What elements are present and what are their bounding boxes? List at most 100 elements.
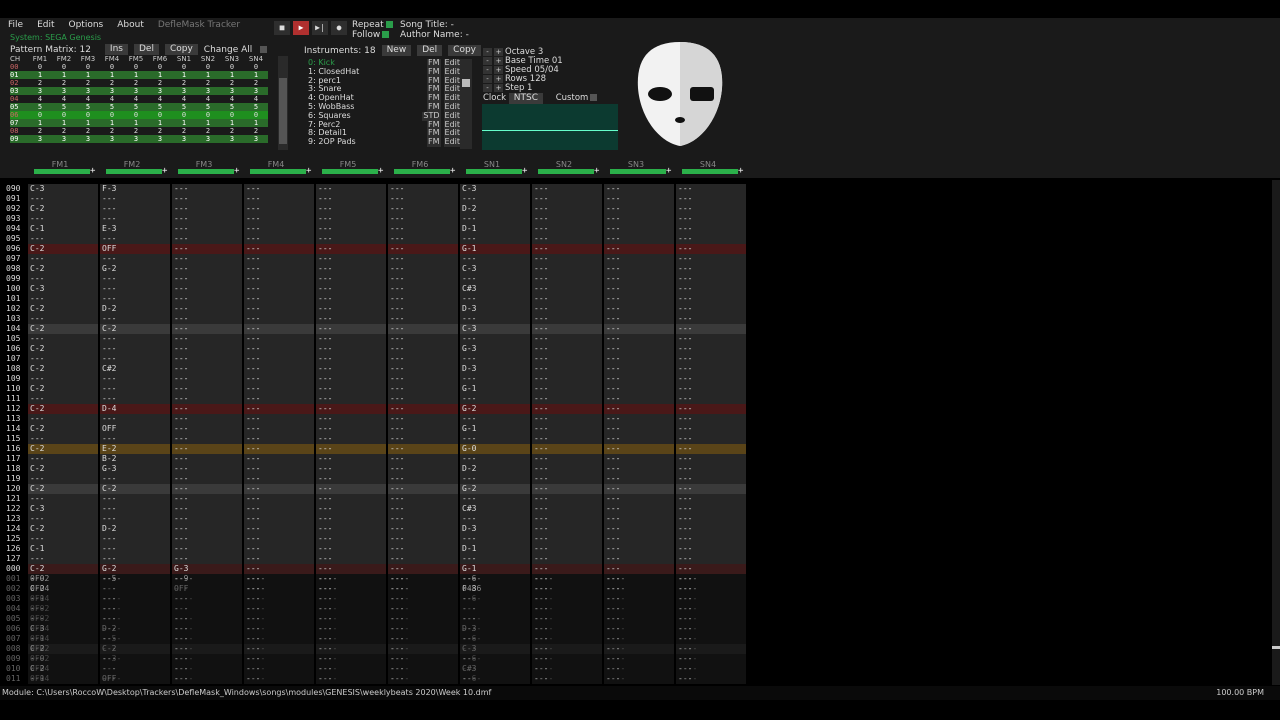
pattern-cell[interactable]: --- - - ---- xyxy=(244,224,314,253)
pm-cell[interactable]: 2 xyxy=(52,79,76,87)
pattern-cell[interactable]: --- - - ---- xyxy=(388,474,458,503)
pattern-cell[interactable]: --- - - ---- xyxy=(604,434,674,463)
pattern-cell[interactable]: --- - - ---- xyxy=(388,234,458,263)
pattern-cell[interactable]: --- - - ---- xyxy=(244,404,314,433)
pattern-cell[interactable]: --- - - ---- xyxy=(244,494,314,523)
pattern-cell[interactable]: --- - - ---- xyxy=(244,364,314,393)
pm-cell[interactable]: 2 xyxy=(196,79,220,87)
pattern-cell[interactable]: --- - - ---- xyxy=(388,264,458,293)
pm-copy-button[interactable]: Copy xyxy=(164,44,198,55)
pm-cell[interactable]: 1 xyxy=(124,119,148,127)
pattern-cell[interactable]: --- - - ---- xyxy=(532,284,602,313)
pattern-row[interactable]: 109 --- - - 0F04 --- - - ---- --- - - ---- -… xyxy=(0,374,1272,403)
pm-cell[interactable]: 3 xyxy=(100,135,124,143)
pattern-row[interactable]: 113 --- - - 0F04 --- - - ---- --- - - ---- -… xyxy=(0,414,1272,443)
pattern-cell[interactable]: --- - - ---- xyxy=(460,314,530,343)
pattern-cell[interactable]: D-3 - 6 xyxy=(460,304,530,323)
pattern-cell[interactable]: --- - - ---- xyxy=(676,254,746,283)
pattern-cell[interactable]: --- - - ---- xyxy=(172,664,242,685)
pattern-cell[interactable]: --- - - ---- xyxy=(604,354,674,383)
pattern-cell[interactable]: C-2 - 1 0F02 xyxy=(28,464,98,493)
pattern-cell[interactable]: --- - - ---- xyxy=(316,664,386,685)
pattern-cell[interactable]: --- - - ---- xyxy=(316,234,386,263)
pattern-row[interactable]: 004 --- - - 0F04 --- - - ---- --- - - ---- -… xyxy=(0,604,1272,633)
pattern-row[interactable]: 110 C-2 - 0 0F02 --- - - ---- --- - - ---- -… xyxy=(0,384,1272,413)
pattern-cell[interactable]: D-2 - 5 xyxy=(100,624,170,643)
pattern-cell[interactable]: --- - - ---- xyxy=(172,614,242,643)
pattern-cell[interactable]: --- - - ---- xyxy=(244,644,314,673)
pattern-cell[interactable]: --- - - ---- xyxy=(172,554,242,583)
pm-cell[interactable]: 1 xyxy=(28,119,52,127)
instrument-scrollbar[interactable] xyxy=(460,59,472,149)
pm-cell[interactable]: 3 xyxy=(148,135,172,143)
menu-options[interactable]: Options xyxy=(69,20,104,30)
pattern-cell[interactable]: --- - - ---- xyxy=(676,204,746,233)
pm-cell[interactable]: 5 xyxy=(52,103,76,111)
pm-cell[interactable]: 0 xyxy=(196,63,220,71)
pm-cell[interactable]: 5 xyxy=(28,103,52,111)
pattern-cell[interactable]: --- - - ---- xyxy=(532,654,602,683)
pm-cell[interactable]: 3 xyxy=(196,87,220,95)
pattern-cell[interactable]: --- - - ---- xyxy=(676,444,746,473)
pattern-cell[interactable]: --- - - ---- xyxy=(604,544,674,573)
pattern-cell[interactable]: --- - - ---- xyxy=(244,534,314,563)
pm-row[interactable]: 00 0 0 0 0 0 0 0 0 0 0 xyxy=(10,63,268,71)
pm-cell[interactable]: 3 xyxy=(244,135,268,143)
pattern-row[interactable]: 115 --- - - 0F02 --- - - ---- --- - - ---- -… xyxy=(0,434,1272,463)
pm-cell[interactable]: 0 xyxy=(124,63,148,71)
pattern-cell[interactable]: --- - - ---- xyxy=(532,264,602,293)
pm-cell[interactable]: 4 xyxy=(196,95,220,103)
pattern-row[interactable]: 094 C-1 - 1 0F02 E-3 - 7 --- - - ---- --- - … xyxy=(0,224,1272,253)
pattern-cell[interactable]: --- - - ---- xyxy=(388,614,458,643)
pm-cell[interactable]: 0 xyxy=(28,63,52,71)
pm-cell[interactable]: 2 xyxy=(220,127,244,135)
pattern-cell[interactable]: --- - - 0F04 xyxy=(28,414,98,443)
pattern-cell[interactable]: --- - - ---- xyxy=(172,454,242,483)
minus-icon[interactable]: - xyxy=(483,66,492,74)
pattern-cell[interactable]: --- - - ---- xyxy=(604,534,674,563)
pattern-cell[interactable]: --- - - ---- xyxy=(172,474,242,503)
pattern-cell[interactable]: --- - - ---- xyxy=(100,654,170,683)
pattern-cell[interactable]: --- - - ---- xyxy=(676,494,746,523)
pattern-cell[interactable]: D-3 - 6 xyxy=(460,624,530,643)
pattern-cell[interactable]: --- - - ---- xyxy=(244,234,314,263)
pattern-cell[interactable]: --- - - ---- xyxy=(388,404,458,433)
pattern-row[interactable]: 118 C-2 - 1 0F02 G-3 - 7 --- - - ---- --- - … xyxy=(0,464,1272,493)
pattern-cell[interactable]: --- - - ---- xyxy=(172,644,242,673)
pattern-cell[interactable]: --- - - ---- xyxy=(316,414,386,443)
channel-volume-bar[interactable] xyxy=(394,169,450,174)
pm-cell[interactable]: 0 xyxy=(52,111,76,119)
pattern-cell[interactable]: --- - - ---- xyxy=(388,654,458,683)
pm-cell[interactable]: 1 xyxy=(244,71,268,79)
pattern-row[interactable]: 124 C-2 - 1 0F04 D-2 - 5 --- - - ---- --- - … xyxy=(0,524,1272,553)
pm-cell[interactable]: 1 xyxy=(220,119,244,127)
pattern-cell[interactable]: F-3 - 7 xyxy=(100,184,170,203)
pm-cell[interactable]: 4 xyxy=(52,95,76,103)
pattern-cell[interactable]: G-0 - 6 xyxy=(460,444,530,463)
channel-volume-bar[interactable] xyxy=(610,169,666,174)
pm-row[interactable]: 02 2 2 2 2 2 2 2 2 2 2 xyxy=(10,79,268,87)
pattern-cell[interactable]: D-3 - 6 xyxy=(460,524,530,543)
pattern-cell[interactable]: --- - - ---- xyxy=(388,384,458,413)
pattern-cell[interactable]: --- - - ---- xyxy=(316,304,386,333)
pattern-cell[interactable]: --- - - ---- xyxy=(388,194,458,223)
pattern-cell[interactable]: C-2 - 1 0F02 xyxy=(28,344,98,373)
pm-row[interactable]: 06 0 0 0 0 0 0 0 0 0 0 xyxy=(10,111,268,119)
pattern-cell[interactable]: --- - - ---- xyxy=(172,324,242,353)
pattern-cell[interactable]: --- - - ---- xyxy=(676,284,746,313)
pattern-cell[interactable]: --- - - ---- xyxy=(100,514,170,543)
pattern-cell[interactable]: --- - - ---- xyxy=(460,454,530,483)
pattern-cell[interactable]: C#2 - 5 xyxy=(100,364,170,383)
pm-cell[interactable]: 0 xyxy=(220,111,244,119)
pm-cell[interactable]: 3 xyxy=(244,87,268,95)
pattern-row[interactable]: 121 --- - - 0F04 --- - - ---- --- - - ---- -… xyxy=(0,494,1272,523)
record-button[interactable]: ● xyxy=(331,21,347,35)
pattern-cell[interactable]: --- - - ---- xyxy=(100,274,170,303)
pattern-cell[interactable]: --- - - ---- xyxy=(244,454,314,483)
pattern-row[interactable]: 090 C-3 - 1 0F02 F-3 - 7 --- - - ---- --- - … xyxy=(0,184,1272,213)
pattern-cell[interactable]: C-3 - 1 0F02 xyxy=(28,184,98,213)
pattern-cell[interactable]: --- - - ---- xyxy=(388,594,458,623)
pm-cell[interactable]: 2 xyxy=(244,127,268,135)
pattern-row[interactable]: 006 C-3 - 1 0F02 D-2 - 5 --- - - ---- --- - … xyxy=(0,624,1272,653)
pm-cell[interactable]: 3 xyxy=(28,87,52,95)
